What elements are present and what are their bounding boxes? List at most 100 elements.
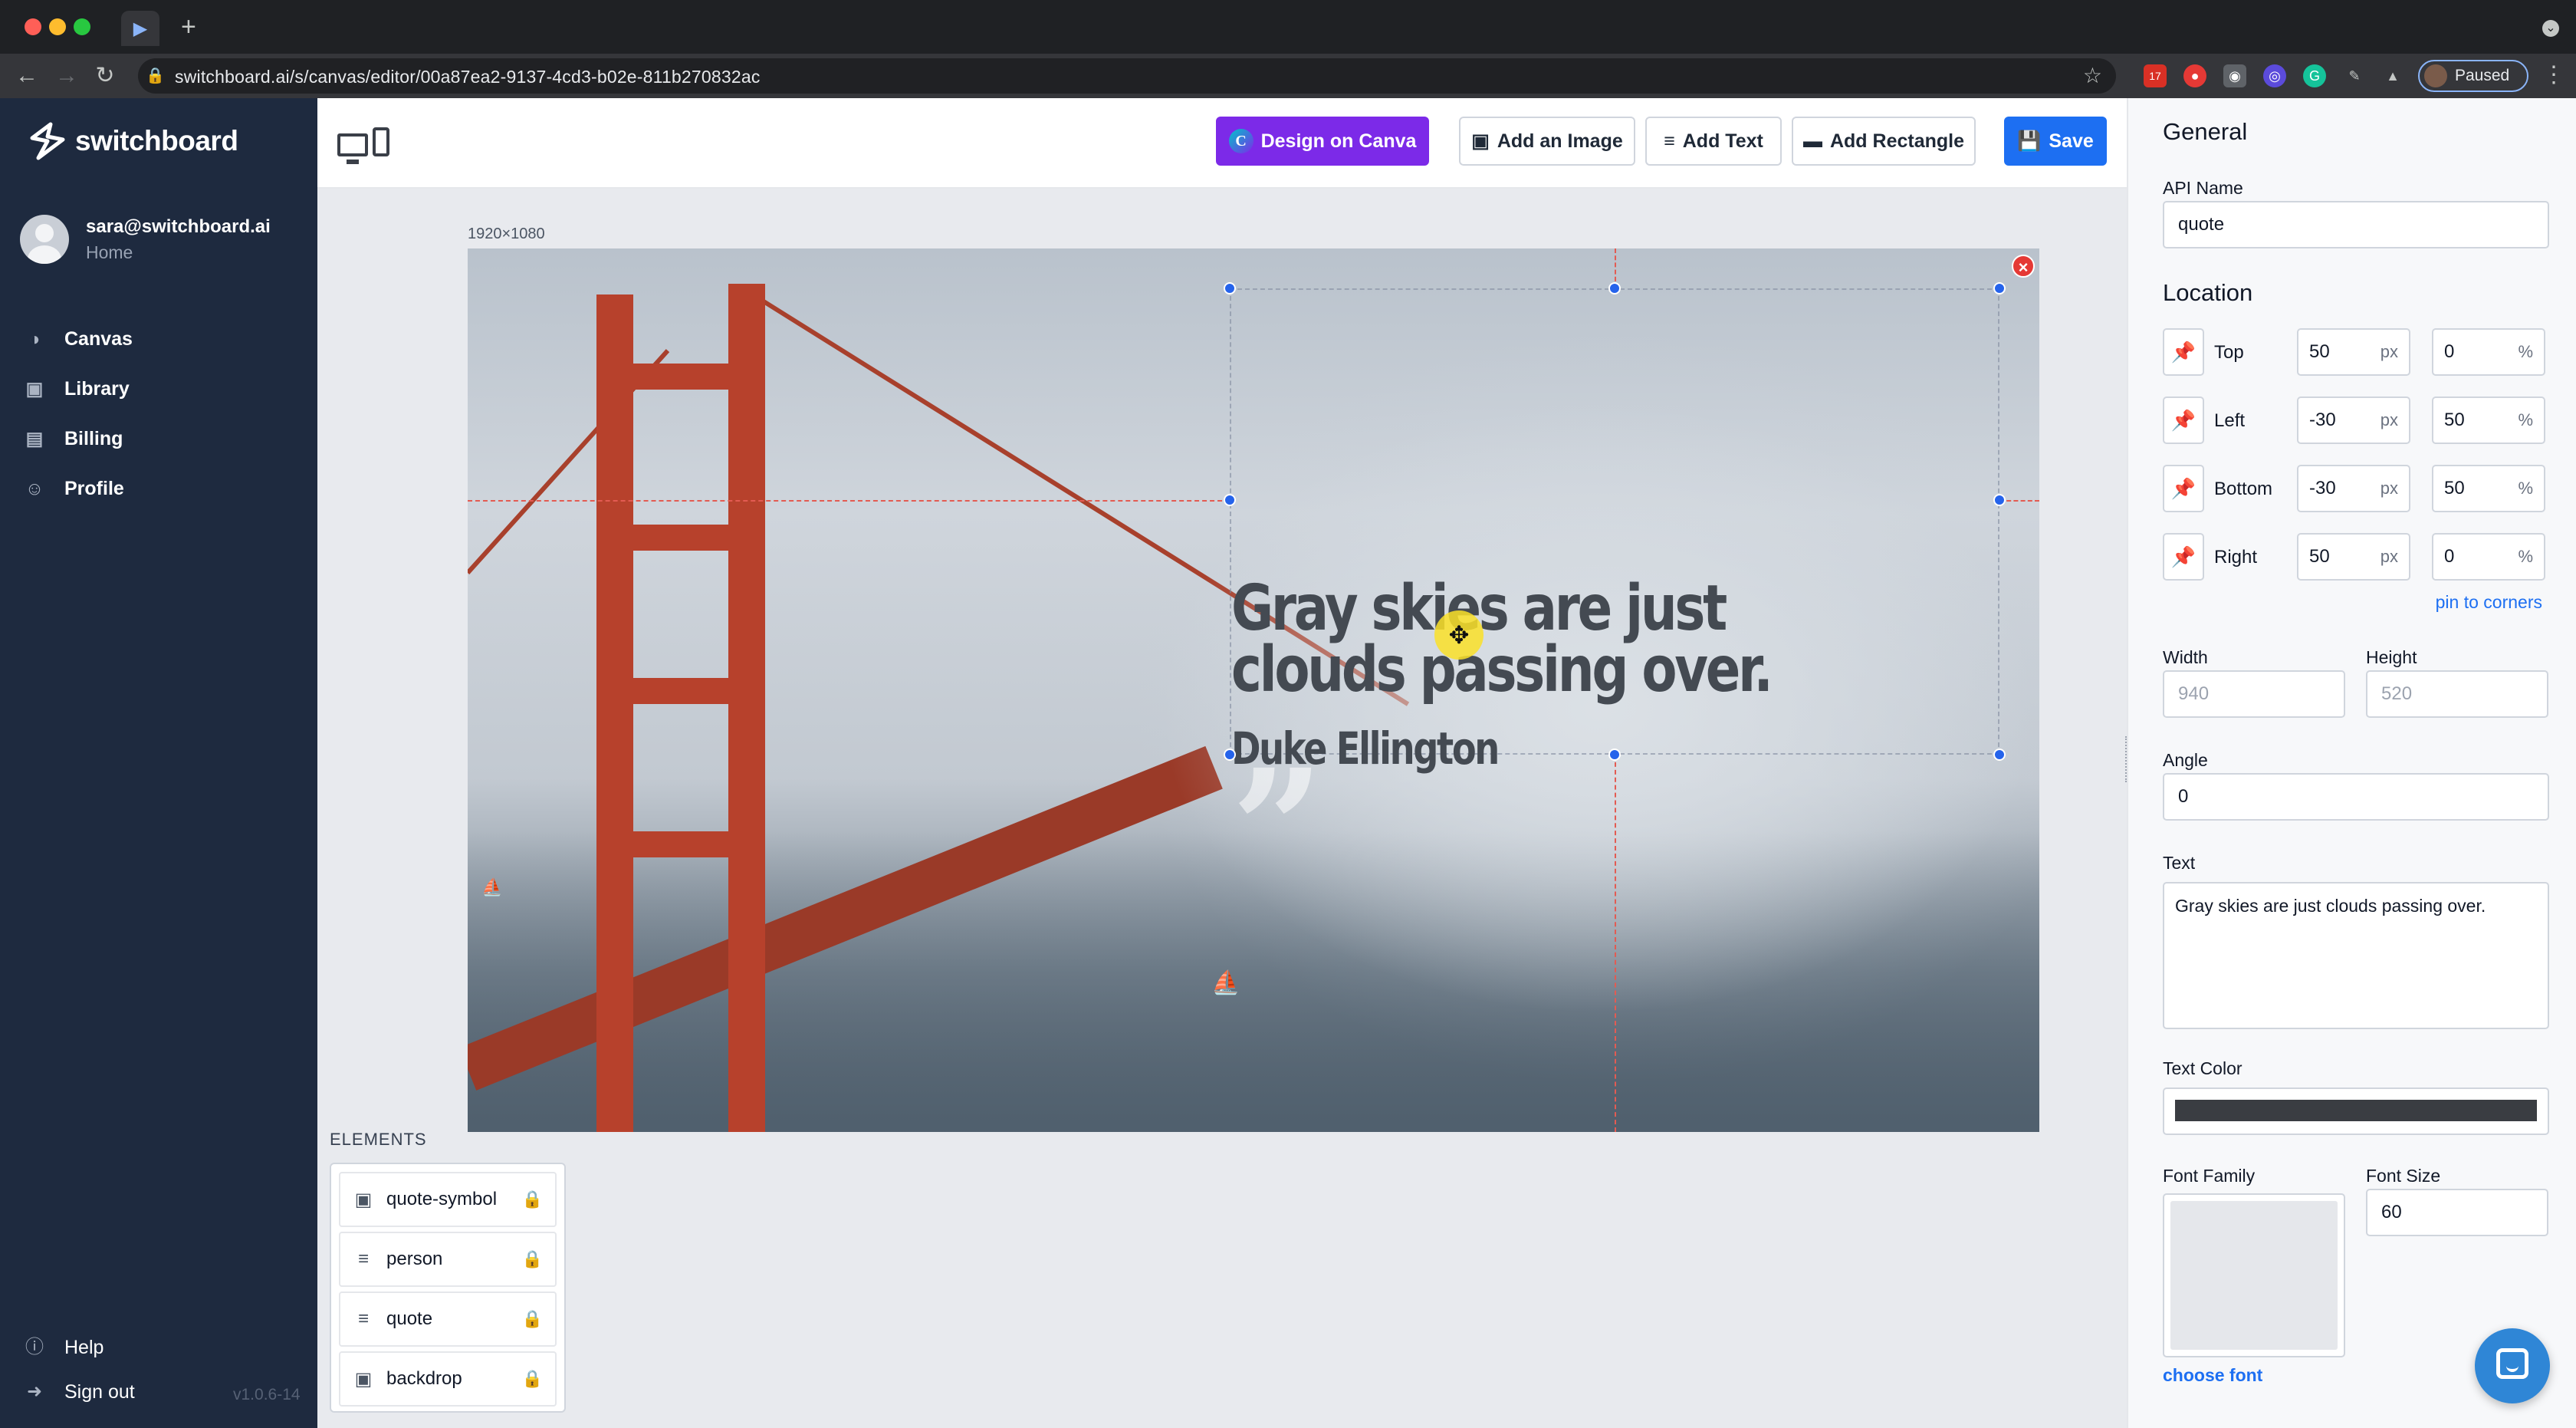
design-on-canva-button[interactable]: C Design on Canva <box>1216 117 1429 166</box>
desktop-preview-icon[interactable] <box>337 133 368 164</box>
angle-field[interactable]: 0 <box>2163 773 2549 821</box>
lock-icon[interactable]: 🔒 <box>522 1369 543 1389</box>
width-field[interactable]: 940 <box>2163 670 2345 718</box>
left-pct-field[interactable]: 50% <box>2432 396 2545 444</box>
add-rectangle-button[interactable]: ▬ Add Rectangle <box>1792 117 1976 166</box>
resize-handle-bottom-right[interactable] <box>1993 749 2006 761</box>
sidebar-item-help[interactable]: ⓘ Help <box>23 1325 135 1370</box>
right-pct-field[interactable]: 0% <box>2432 533 2545 581</box>
left-pct-value: 50 <box>2444 410 2465 430</box>
element-name: person <box>386 1249 443 1269</box>
backdrop-bridge-tower <box>596 294 633 1132</box>
pin-bottom-icon[interactable]: 📌 <box>2163 465 2204 512</box>
support-chat-button[interactable] <box>2475 1328 2550 1403</box>
add-text-button[interactable]: ≡ Add Text <box>1645 117 1782 166</box>
sidebar-item-signout[interactable]: ➜ Sign out <box>23 1370 135 1414</box>
browser-tab[interactable]: ▶ <box>121 11 159 46</box>
camera-extension-icon[interactable]: ◉ <box>2223 64 2246 87</box>
element-name: quote-symbol <box>386 1189 498 1209</box>
resize-handle-bottom-left[interactable] <box>1224 749 1236 761</box>
list-item[interactable]: ≡ person 🔒 <box>339 1232 557 1287</box>
tab-search-icon[interactable]: ⌄ <box>2542 20 2559 37</box>
browser-tab-bar: ▶ + ⌄ <box>0 0 2576 54</box>
unit-px: px <box>2380 342 2398 361</box>
pin-top-icon[interactable]: 📌 <box>2163 328 2204 376</box>
right-px-field[interactable]: 50 px <box>2297 533 2410 581</box>
font-family-preview[interactable] <box>2163 1193 2345 1357</box>
grammarly-extension-icon[interactable]: G <box>2303 64 2326 87</box>
pin-to-corners-link[interactable]: pin to corners <box>2436 592 2542 613</box>
list-item[interactable]: ≡ quote 🔒 <box>339 1291 557 1347</box>
text-color-picker[interactable] <box>2163 1087 2549 1135</box>
list-item[interactable]: ▣ quote-symbol 🔒 <box>339 1172 557 1227</box>
flask-extension-icon[interactable]: ▲ <box>2381 64 2404 87</box>
sidebar-item-billing[interactable]: ▤ Billing <box>23 414 133 464</box>
location-right-label: Right <box>2214 547 2258 568</box>
text-content-field[interactable]: Gray skies are just clouds passing over. <box>2163 882 2549 1029</box>
brand-name: switchboard <box>75 125 238 156</box>
text-color-swatch <box>2175 1100 2537 1121</box>
reload-icon[interactable]: ↻ <box>90 61 120 90</box>
api-name-field[interactable]: quote <box>2163 201 2549 248</box>
left-px-field[interactable]: -30 px <box>2297 396 2410 444</box>
unit-pct: % <box>2518 547 2533 566</box>
canvas-editor: C Design on Canva ▣ Add an Image ≡ Add T… <box>317 98 2127 1428</box>
forward-icon[interactable]: → <box>52 61 81 90</box>
element-name: quote <box>386 1308 433 1329</box>
location-top-label: Top <box>2214 342 2244 363</box>
quote-symbol-icon[interactable]: ” <box>1231 749 1324 910</box>
resize-handle-top-right[interactable] <box>1993 282 2006 294</box>
font-size-field[interactable]: 60 <box>2366 1189 2548 1236</box>
add-image-button[interactable]: ▣ Add an Image <box>1459 117 1635 166</box>
window-maximize-button[interactable] <box>74 18 90 35</box>
list-item[interactable]: ▣ backdrop 🔒 <box>339 1351 557 1407</box>
url-field[interactable]: 🔒 switchboard.ai/s/canvas/editor/00a87ea… <box>138 58 2116 94</box>
pin-right-icon[interactable]: 📌 <box>2163 533 2204 581</box>
switchboard-favicon-icon: ▶ <box>133 18 148 39</box>
bookmark-star-icon[interactable]: ☆ <box>2083 63 2102 88</box>
sidebar-item-profile[interactable]: ☺ Profile <box>23 464 133 514</box>
mobile-preview-icon[interactable] <box>373 127 389 156</box>
new-tab-button[interactable]: + <box>181 14 196 40</box>
vpn-extension-icon[interactable]: ◎ <box>2263 64 2286 87</box>
lock-icon[interactable]: 🔒 <box>522 1249 543 1269</box>
lock-icon[interactable]: 🔒 <box>522 1309 543 1329</box>
sidebar-item-library[interactable]: ▣ Library <box>23 364 133 414</box>
back-icon[interactable]: ← <box>12 61 41 90</box>
resize-handle-top-center[interactable] <box>1608 282 1621 294</box>
lock-icon[interactable]: 🔒 <box>522 1189 543 1209</box>
bottom-px-field[interactable]: -30 px <box>2297 465 2410 512</box>
user-icon: ☺ <box>25 478 44 499</box>
resize-handle-middle-left[interactable] <box>1224 494 1236 506</box>
resize-handle-middle-right[interactable] <box>1993 494 2006 506</box>
quote-text[interactable]: Gray skies are just clouds passing over. <box>1231 577 1797 702</box>
unit-px: px <box>2380 479 2398 498</box>
profile-paused-button[interactable]: Paused <box>2418 60 2528 92</box>
choose-font-link[interactable]: choose font <box>2163 1365 2262 1386</box>
top-pct-field[interactable]: 0% <box>2432 328 2545 376</box>
extensions-puzzle-icon[interactable]: ✎ <box>2343 64 2366 87</box>
window-minimize-button[interactable] <box>49 18 66 35</box>
design-canvas[interactable]: ⛵ ⛵ Gray skies are just clouds passing o… <box>468 248 2039 1132</box>
sidebar-item-label: Billing <box>64 428 123 449</box>
brand-logo[interactable]: switchboard <box>28 121 238 161</box>
sidebar-item-canvas[interactable]: ◑ Canvas <box>23 314 133 364</box>
calendar-extension-icon[interactable]: 17 <box>2144 64 2167 87</box>
resize-handle-top-left[interactable] <box>1224 282 1236 294</box>
record-extension-icon[interactable]: ● <box>2183 64 2206 87</box>
guide-line-vertical <box>1615 755 1616 1132</box>
app-version: v1.0.6-14 <box>233 1386 301 1403</box>
window-close-button[interactable] <box>25 18 41 35</box>
browser-menu-icon[interactable]: ⋮ <box>2542 61 2565 88</box>
resize-handle-bottom-center[interactable] <box>1608 749 1621 761</box>
top-px-field[interactable]: 50 px <box>2297 328 2410 376</box>
height-field[interactable]: 520 <box>2366 670 2548 718</box>
lock-icon: 🔒 <box>146 67 165 84</box>
location-heading: Location <box>2163 279 2253 306</box>
delete-element-icon[interactable]: × <box>2012 255 2035 278</box>
user-card[interactable]: sara@switchboard.ai Home <box>20 215 271 264</box>
pin-left-icon[interactable]: 📌 <box>2163 396 2204 444</box>
save-button[interactable]: 💾 Save <box>2004 117 2107 166</box>
bottom-pct-field[interactable]: 50% <box>2432 465 2545 512</box>
avatar <box>20 215 69 264</box>
